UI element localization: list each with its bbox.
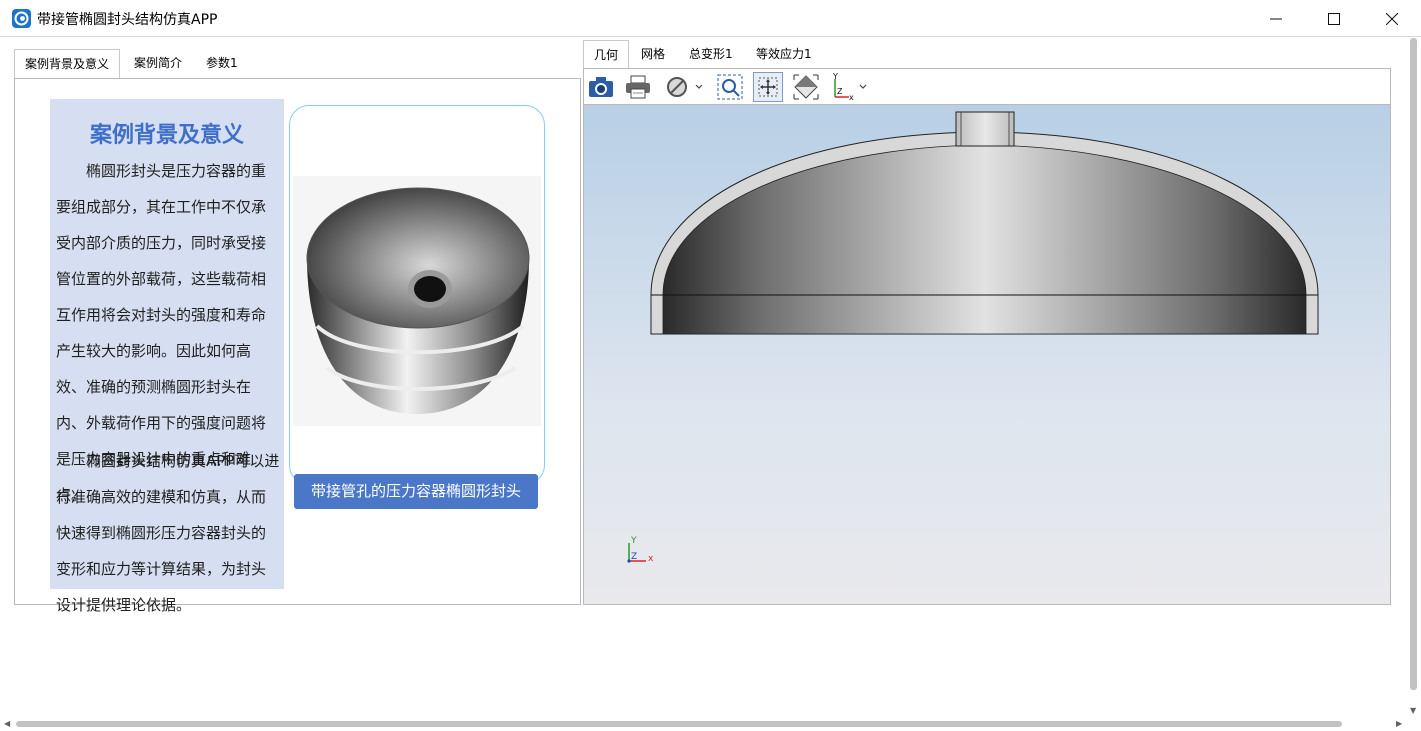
tab-background[interactable]: 案例背景及意义	[14, 49, 121, 79]
title-bar: 带接管椭圆封头结构仿真APP	[0, 0, 1421, 37]
camera-icon[interactable]	[586, 72, 616, 102]
app-logo-icon	[12, 9, 31, 28]
zoom-box-icon[interactable]	[715, 72, 745, 102]
svg-text:Z: Z	[837, 87, 843, 96]
tab-label: 案例简介	[134, 56, 183, 70]
3d-viewport[interactable]: Y Z x	[583, 104, 1391, 605]
axis-triad-icon[interactable]: YZx	[829, 72, 869, 102]
horizontal-scrollbar[interactable]: ◀ ▶	[0, 717, 1421, 731]
tab-params1[interactable]: 参数1	[196, 49, 248, 78]
card-title: 案例背景及意义	[89, 123, 244, 148]
background-text-card: 案例背景及意义 椭圆形封头是压力容器的重要组成部分，其在工作中不仅承受内部介质的…	[50, 99, 284, 614]
svg-text:x: x	[849, 93, 854, 101]
tab-label: 几何	[594, 48, 619, 62]
paragraph-2: 椭圆封头结构仿真APP可以进行准确高效的建模和仿真，从而快速得到椭圆形压力容器封…	[56, 452, 280, 614]
tab-label: 案例背景及意义	[25, 57, 110, 71]
tab-total-deformation[interactable]: 总变形1	[679, 40, 743, 68]
axis-triad: Y Z x	[627, 536, 654, 564]
background-panel: 案例背景及意义 椭圆形封头是压力容器的重要组成部分，其在工作中不仅承受内部介质的…	[14, 78, 581, 614]
svg-text:Y: Y	[832, 73, 838, 81]
maximize-button[interactable]	[1305, 0, 1363, 37]
tab-mesh[interactable]: 网格	[631, 40, 675, 68]
tab-label: 等效应力1	[756, 47, 812, 61]
horizontal-scroll-thumb[interactable]	[16, 721, 1342, 727]
tab-label: 参数1	[206, 56, 238, 70]
scroll-right-arrow-icon[interactable]: ▶	[1396, 719, 1402, 728]
tab-label: 总变形1	[689, 47, 733, 61]
caption-button[interactable]: 带接管孔的压力容器椭圆形封头	[294, 474, 538, 509]
vertical-scroll-thumb[interactable]	[1410, 38, 1417, 690]
axis-x-label: x	[648, 554, 654, 564]
tab-geometry[interactable]: 几何	[583, 40, 630, 69]
tab-equivalent-stress[interactable]: 等效应力1	[746, 40, 822, 68]
scroll-down-arrow-icon[interactable]: ▼	[1410, 706, 1416, 715]
scroll-left-arrow-icon[interactable]: ◀	[4, 719, 10, 728]
fit-all-icon[interactable]	[753, 72, 783, 102]
window-title: 带接管椭圆封头结构仿真APP	[37, 12, 218, 28]
minimize-button[interactable]	[1247, 0, 1305, 37]
tab-case-intro[interactable]: 案例简介	[124, 49, 192, 78]
close-button[interactable]	[1363, 0, 1421, 37]
hide-icon[interactable]	[664, 72, 704, 102]
elliptical-head-image	[293, 176, 541, 426]
axis-y-label: Y	[630, 536, 637, 546]
tab-label: 网格	[641, 47, 666, 61]
vertical-scrollbar[interactable]: ▼	[1407, 38, 1421, 718]
axis-z-label: Z	[631, 552, 637, 562]
view-orient-icon[interactable]	[791, 72, 821, 102]
viewer-toolbar: YZx	[583, 68, 1391, 104]
printer-icon[interactable]	[623, 72, 653, 102]
